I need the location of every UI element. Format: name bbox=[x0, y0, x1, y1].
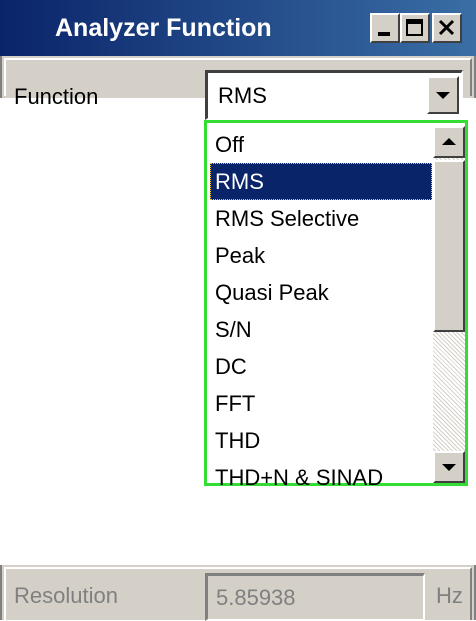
option-item[interactable]: FFT bbox=[210, 385, 432, 422]
function-dropdown-list: Off RMS RMS Selective Peak Quasi Peak S/N DC FF… bbox=[204, 120, 468, 490]
minimize-button[interactable] bbox=[370, 13, 400, 43]
option-item[interactable]: DC bbox=[210, 348, 432, 385]
scroll-up-button[interactable] bbox=[433, 126, 465, 158]
arrow-up-icon bbox=[442, 138, 456, 145]
option-item[interactable]: THD bbox=[210, 422, 432, 459]
option-item[interactable]: RMS Selective bbox=[210, 200, 432, 237]
option-item[interactable]: Quasi Peak bbox=[210, 274, 432, 311]
maximize-button[interactable] bbox=[400, 13, 430, 43]
maximize-icon bbox=[406, 19, 423, 36]
function-selected-value: RMS bbox=[218, 83, 267, 108]
function-dropdown-button[interactable] bbox=[427, 76, 459, 114]
option-item[interactable]: THD+N & SINAD bbox=[210, 459, 432, 496]
scroll-down-button[interactable] bbox=[433, 451, 465, 483]
resolution-label: Resolution bbox=[14, 583, 118, 608]
resolution-value: 5.85938 bbox=[216, 585, 296, 610]
option-item[interactable]: S/N bbox=[210, 311, 432, 348]
close-button[interactable] bbox=[432, 13, 462, 43]
window-title: Analyzer Function bbox=[55, 14, 272, 42]
close-icon bbox=[438, 19, 455, 36]
resolution-field: 5.85938 bbox=[205, 573, 425, 621]
resolution-unit: Hz bbox=[436, 583, 463, 608]
function-label: Function bbox=[14, 84, 99, 109]
option-item[interactable]: Peak bbox=[210, 237, 432, 274]
title-bar: Analyzer Function bbox=[0, 0, 476, 56]
option-item[interactable]: Off bbox=[210, 126, 432, 163]
chevron-down-icon bbox=[436, 92, 450, 99]
arrow-down-icon bbox=[442, 464, 456, 471]
minimize-icon bbox=[378, 32, 390, 36]
function-combobox[interactable]: RMS bbox=[205, 70, 463, 120]
option-item[interactable]: RMS bbox=[210, 163, 432, 200]
dropdown-scrollbar[interactable] bbox=[433, 126, 465, 483]
scroll-thumb[interactable] bbox=[433, 160, 465, 332]
option-list: Off RMS RMS Selective Peak Quasi Peak S/N DC FF… bbox=[210, 126, 432, 496]
